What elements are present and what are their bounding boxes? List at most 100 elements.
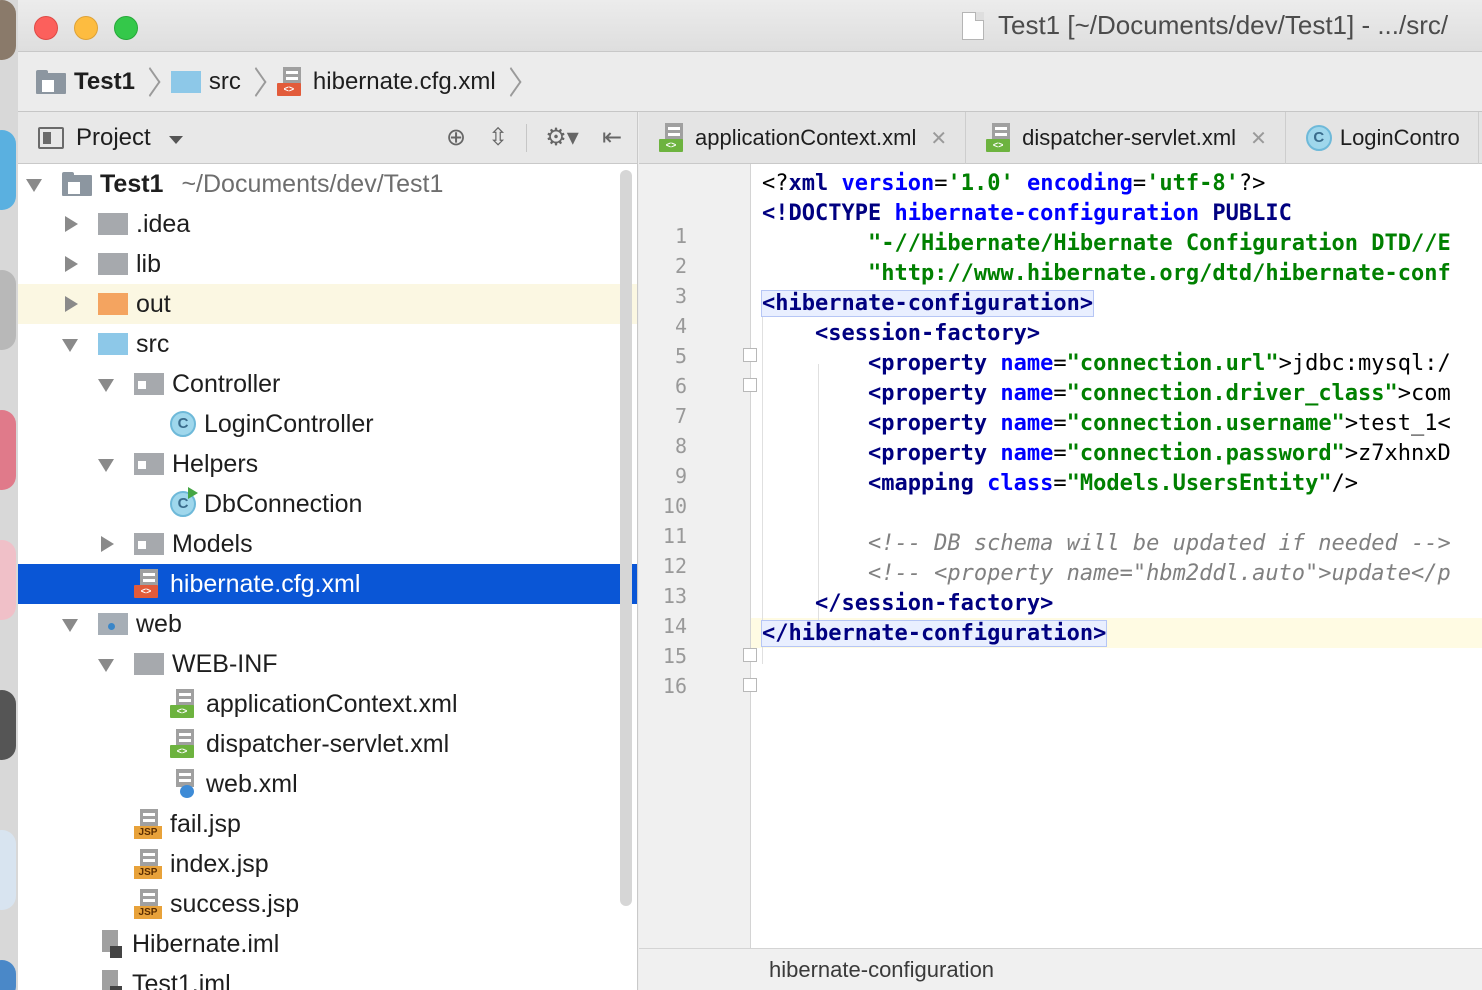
code-editor[interactable]: <?xml version='1.0' encoding='utf-8'?> <… <box>752 164 1482 948</box>
editor-breadcrumb-label[interactable]: hibernate-configuration <box>769 957 994 983</box>
tree-item-test1[interactable]: Test1 ~/Documents/dev/Test1 <box>18 164 637 204</box>
line-number: 1 <box>674 224 687 248</box>
gear-icon[interactable]: ⚙▾ <box>540 124 584 152</box>
excluded-folder-icon <box>98 293 128 315</box>
code-line-3: "-//Hibernate/Hibernate Configuration DT… <box>762 231 1451 256</box>
expand-arrow-icon[interactable] <box>62 295 80 313</box>
project-tree-scrollbar[interactable] <box>620 170 632 906</box>
code-line-6: <session-factory> <box>762 321 1041 346</box>
expand-arrow-icon[interactable] <box>62 215 80 233</box>
tree-item-label: WEB-INF <box>172 649 278 678</box>
line-number: 11 <box>662 524 687 548</box>
java-class-icon: C <box>170 411 196 437</box>
breadcrumb-label: Test1 <box>74 67 135 95</box>
code-line-14: <!-- <property name="hbm2ddl.auto">updat… <box>762 561 1451 586</box>
tree-item-out[interactable]: out <box>18 284 637 324</box>
tree-item-test1-iml[interactable]: Test1.iml <box>18 964 637 990</box>
line-number-gutter: 1 2 3 4 5 6 7 8 9 10 11 12 13 14 15 16 <box>639 164 757 948</box>
tree-item-label: Controller <box>172 369 281 398</box>
tree-item-index-jsp[interactable]: JSP index.jsp <box>18 844 637 884</box>
collapse-all-icon[interactable]: ⇳ <box>484 124 512 152</box>
close-tab-icon[interactable]: ✕ <box>930 126 947 151</box>
desktop-background <box>0 0 18 990</box>
tree-item-dispatcher-servlet-xml[interactable]: <> dispatcher-servlet.xml <box>18 724 637 764</box>
expand-arrow-icon[interactable] <box>62 255 80 273</box>
breadcrumb-chevron-icon <box>251 62 267 102</box>
source-folder-icon <box>98 333 128 355</box>
tree-item-idea[interactable]: .idea <box>18 204 637 244</box>
code-line-11: <mapping class="Models.UsersEntity"/> <box>762 471 1359 496</box>
breadcrumb-item-hibernate-cfg[interactable]: <> hibernate.cfg.xml <box>276 66 496 97</box>
spring-xml-icon: <> <box>170 729 198 759</box>
jsp-file-icon: JSP <box>134 849 164 879</box>
tree-item-label: hibernate.cfg.xml <box>170 569 361 598</box>
module-icon <box>36 69 66 94</box>
expand-arrow-icon[interactable] <box>98 375 116 393</box>
tree-item-label: Test1.iml <box>132 969 231 990</box>
toolbar-divider <box>526 124 527 152</box>
expand-arrow-icon[interactable] <box>98 655 116 673</box>
line-number: 16 <box>662 674 687 698</box>
line-number: 10 <box>662 494 687 518</box>
module-icon <box>62 172 92 196</box>
tree-item-label: success.jsp <box>170 889 300 918</box>
expand-arrow-icon[interactable] <box>26 175 44 193</box>
tree-item-src[interactable]: src <box>18 324 637 364</box>
breadcrumb-label: src <box>208 67 241 95</box>
tree-item-label: src <box>136 329 170 358</box>
close-tab-icon[interactable]: ✕ <box>1250 126 1267 151</box>
tree-item-models[interactable]: Models <box>18 524 637 564</box>
chevron-down-icon[interactable] <box>168 135 183 144</box>
tree-item-label: web.xml <box>206 769 298 798</box>
expand-arrow-icon[interactable] <box>98 535 116 553</box>
tree-item-hibernate-cfg-xml[interactable]: <> hibernate.cfg.xml <box>18 564 637 604</box>
breadcrumb-label: hibernate.cfg.xml <box>312 67 496 95</box>
code-line-10: <property name="connection.password">z7x… <box>762 441 1451 466</box>
line-number: 12 <box>662 554 687 578</box>
package-icon <box>134 453 164 475</box>
tab-dispatcher-servlet-xml[interactable]: <> dispatcher-servlet.xml ✕ <box>966 112 1286 164</box>
java-runnable-class-icon: C <box>170 487 198 517</box>
code-line-7: <property name="connection.url">jdbc:mys… <box>762 351 1451 376</box>
expand-arrow-icon[interactable] <box>62 615 80 633</box>
tree-item-label: web <box>136 609 182 638</box>
tree-item-fail-jsp[interactable]: JSP fail.jsp <box>18 804 637 844</box>
tree-item-web-xml[interactable]: web.xml <box>18 764 637 804</box>
line-number: 4 <box>674 314 687 338</box>
tab-applicationcontext-xml[interactable]: <> applicationContext.xml ✕ <box>639 112 967 164</box>
locate-icon[interactable]: ⊕ <box>442 124 470 152</box>
tree-item-success-jsp[interactable]: JSP success.jsp <box>18 884 637 924</box>
line-number: 2 <box>674 254 687 278</box>
hide-panel-icon[interactable]: ⇤ <box>598 124 626 152</box>
tree-item-label: out <box>136 289 171 318</box>
tree-item-label: Test1 <box>100 169 164 198</box>
breadcrumb-item-src[interactable]: src <box>170 67 241 96</box>
document-icon <box>962 11 984 40</box>
tree-item-hibernate-iml[interactable]: Hibernate.iml <box>18 924 637 964</box>
line-number: 8 <box>674 434 687 458</box>
tree-item-lib[interactable]: lib <box>18 244 637 284</box>
line-number: 9 <box>674 464 687 488</box>
breadcrumb-item-test1[interactable]: Test1 <box>36 68 135 96</box>
spring-xml-icon: <> <box>986 123 1014 153</box>
tab-logincontroller[interactable]: C LoginContro <box>1286 112 1479 164</box>
project-view-selector[interactable]: Project <box>76 124 151 152</box>
window-maximize-button[interactable] <box>114 16 138 40</box>
code-line-13: <!-- DB schema will be updated if needed… <box>762 531 1451 556</box>
window-close-button[interactable] <box>34 16 58 40</box>
code-line-5: <hibernate-configuration> <box>760 290 1095 317</box>
tree-item-helpers[interactable]: Helpers <box>18 444 637 484</box>
expand-arrow-icon[interactable] <box>62 335 80 353</box>
tree-item-web[interactable]: web <box>18 604 637 644</box>
tree-item-path: ~/Documents/dev/Test1 <box>181 169 444 198</box>
tree-item-dbconnection[interactable]: C DbConnection <box>18 484 637 524</box>
line-number: 7 <box>674 404 687 428</box>
window-minimize-button[interactable] <box>74 16 98 40</box>
expand-arrow-icon[interactable] <box>98 455 116 473</box>
tree-item-applicationcontext-xml[interactable]: <> applicationContext.xml <box>18 684 637 724</box>
tree-item-web-inf[interactable]: WEB-INF <box>18 644 637 684</box>
tree-item-controller[interactable]: Controller <box>18 364 637 404</box>
tree-item-logincontroller[interactable]: C LoginController <box>18 404 637 444</box>
tree-item-label: lib <box>136 249 162 278</box>
package-icon <box>134 533 164 555</box>
